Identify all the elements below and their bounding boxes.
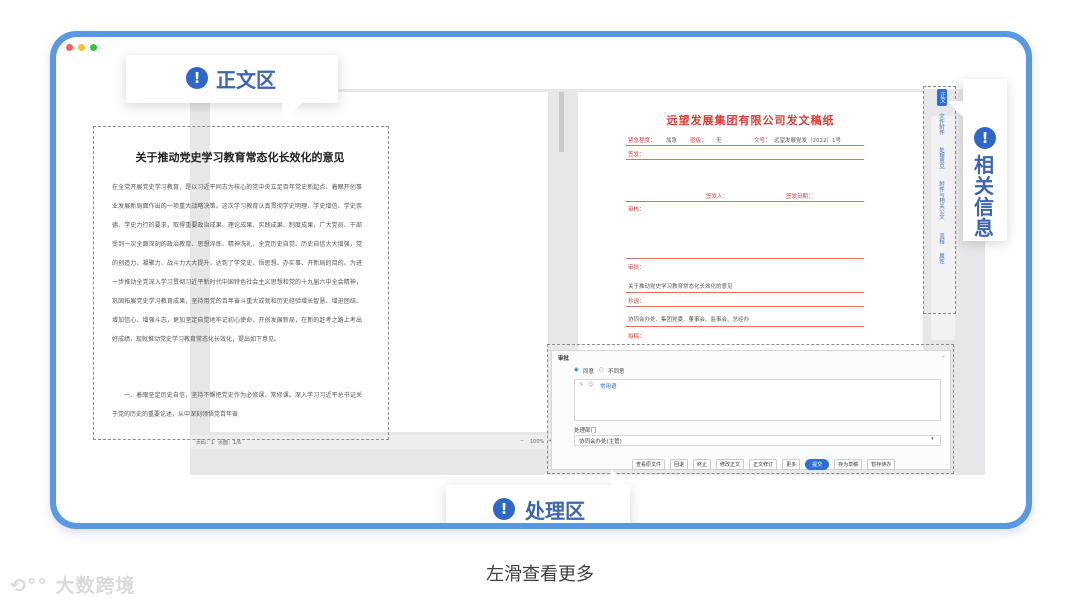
doc-title: 关于推动党史学习教育常态化长效化的意见 xyxy=(135,151,345,164)
tab-related-docs[interactable]: 附件与相关公文 xyxy=(937,181,945,220)
doc-paragraph: 在全党开展党史学习教育，是以习近平同志为核心的党中央立足百年党史新起点、着眼开创… xyxy=(112,184,362,343)
callout-related-label: 相关信息 xyxy=(974,153,994,240)
urgency-label: 紧急程度： xyxy=(628,138,656,144)
watermark-text: 大数跨境 xyxy=(55,575,136,597)
form-rule xyxy=(626,306,864,307)
docno-value[interactable]: 远望发展党发〔2022〕1号 xyxy=(774,136,841,144)
page-number: 页码：1 xyxy=(196,440,215,446)
form-rule xyxy=(626,292,864,293)
page-count: 页面：1/6 xyxy=(218,440,242,446)
exclamation-icon: ! xyxy=(493,498,515,520)
urgency-value[interactable]: 加急 xyxy=(666,136,677,144)
docno-label: 文号： xyxy=(754,138,771,144)
form-rule xyxy=(626,258,864,259)
callout-tail xyxy=(282,103,302,123)
tab-opinions[interactable]: 处理意见 xyxy=(937,147,945,169)
drafter-label: 签发人： xyxy=(706,194,729,200)
exclamation-icon: ! xyxy=(974,127,996,149)
zoom-level: 100% xyxy=(530,439,545,445)
callout-process-label: 处理区 xyxy=(525,499,585,523)
maximize-dot-icon[interactable] xyxy=(90,44,97,51)
review-label: 审核： xyxy=(628,207,645,213)
signer-label: 签发： xyxy=(628,152,645,158)
zoom-out-icon[interactable]: − xyxy=(520,438,524,444)
watermark-icon: ⟲°° xyxy=(10,575,48,597)
cc-text: 协同会办处、集团党委、董事会、监事会、总经办 xyxy=(628,317,750,323)
recipients-label: 抄送： xyxy=(628,299,645,305)
form-rule xyxy=(626,326,864,327)
minimize-dot-icon[interactable] xyxy=(78,44,85,51)
watermark-logo: ⟲°° 大数跨境 xyxy=(10,571,136,598)
approve-label: 审批： xyxy=(628,265,645,271)
swipe-caption: 左滑查看更多 xyxy=(486,564,594,585)
tab-body[interactable]: 正文 xyxy=(937,89,947,106)
secret-label: 密级： xyxy=(690,138,707,144)
doc-paragraph: 一、着眼坚定历史自信，坚持不懈把党史作为必修课、常修课。深入学习习近平总书记关于… xyxy=(112,392,362,418)
callout-main-label: 正文区 xyxy=(216,68,276,92)
doc-scrollbar[interactable] xyxy=(559,92,564,152)
callout-tail xyxy=(947,101,963,117)
form-rule xyxy=(626,145,864,146)
process-area-outline xyxy=(547,344,954,474)
secret-value[interactable]: 无 xyxy=(716,136,722,144)
form-rule xyxy=(626,201,864,202)
exclamation-icon: ! xyxy=(186,67,208,89)
form-title: 远望发展集团有限公司发文稿纸 xyxy=(666,114,835,127)
close-dot-icon[interactable] xyxy=(66,44,73,51)
callout-tail xyxy=(611,469,628,486)
tab-flow[interactable]: 流程 xyxy=(937,233,945,244)
tab-properties[interactable]: 属性 xyxy=(937,253,945,264)
window-content: 页码：1 页面：1/6 − 100% + 远望发展集团有限公司发文稿纸 紧急程度… xyxy=(56,37,1026,523)
form-rule xyxy=(626,159,864,160)
tab-attachments[interactable]: 文件附件 xyxy=(937,113,945,135)
window-controls xyxy=(66,44,97,51)
signdate-label: 签发日期： xyxy=(786,194,814,200)
window-frame: 页码：1 页面：1/6 − 100% + 远望发展集团有限公司发文稿纸 紧急程度… xyxy=(50,31,1032,529)
drafting-label: 拟稿： xyxy=(628,334,645,340)
subject-text: 关于推动党史学习教育常态化长效化的意见 xyxy=(628,284,733,290)
